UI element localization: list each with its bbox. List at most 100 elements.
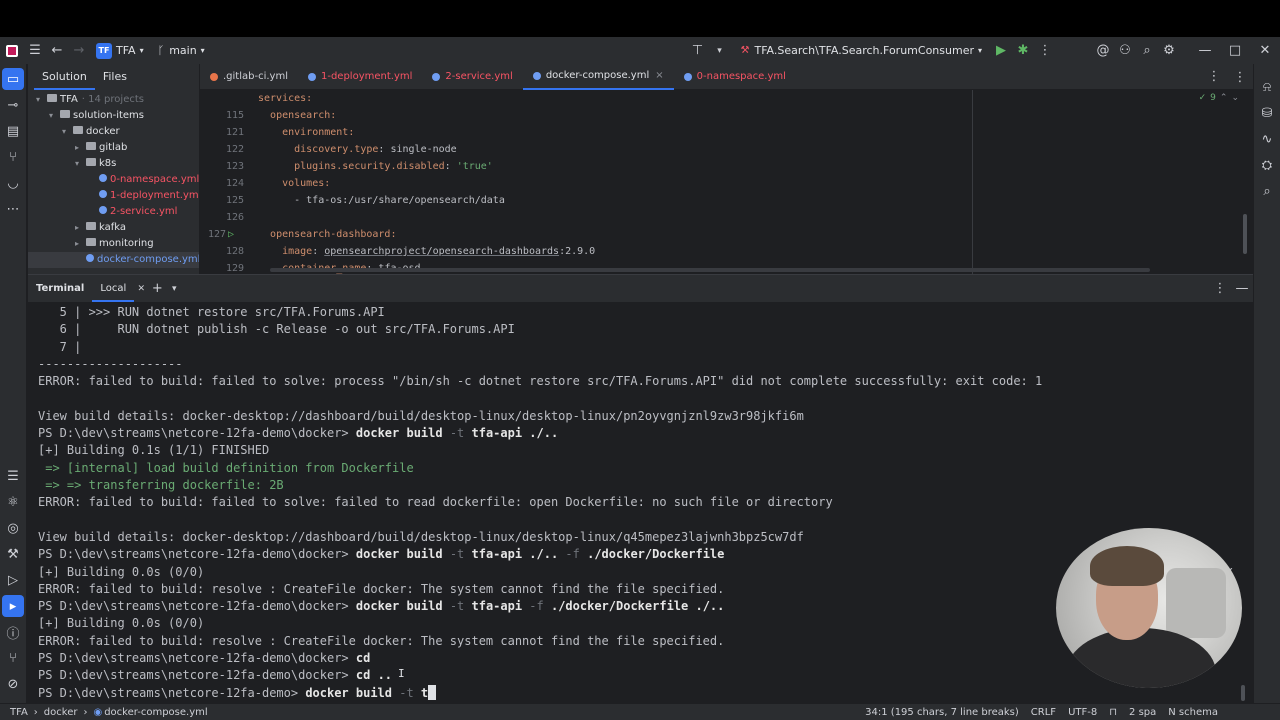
tree-item[interactable]: ▾ k8s — [28, 156, 199, 172]
gear-icon[interactable]: ⚙ — [1158, 40, 1180, 62]
vcs-icon[interactable]: ⊤ — [687, 40, 709, 62]
code-view[interactable]: services: opensearch: environment: disco… — [258, 90, 1238, 274]
add-tab-icon[interactable]: + — [148, 278, 166, 300]
run-gutter-icon[interactable]: ▷ — [228, 226, 234, 243]
breadcrumb-root[interactable]: TFA — [0, 707, 34, 718]
file-encoding[interactable]: UTF-8 — [1062, 707, 1103, 718]
terminal-token: tfa-api — [464, 599, 530, 614]
json-schema[interactable]: N schema — [1162, 707, 1280, 718]
tree-item[interactable]: ▸ monitoring — [28, 236, 199, 252]
tab-files[interactable]: Files — [95, 64, 135, 90]
chevron-icon[interactable]: ▸ — [75, 236, 86, 252]
close-tab-icon[interactable]: ✕ — [134, 278, 148, 300]
minimize-icon[interactable]: — — [1190, 40, 1220, 62]
services-icon[interactable]: ⚛ — [2, 491, 24, 513]
debug-icon[interactable]: ✱ — [1012, 40, 1034, 62]
line-separator[interactable]: CRLF — [1025, 707, 1062, 718]
search-icon[interactable]: ⌕ — [1136, 40, 1158, 62]
editor-tab-label: .gitlab-ci.yml — [223, 71, 288, 82]
editor-tab[interactable]: .gitlab-ci.yml — [200, 64, 298, 90]
tree-item[interactable]: ▾ solution-items — [28, 108, 199, 124]
build-icon[interactable]: ⚒ — [2, 543, 24, 565]
inspection-widget[interactable]: ✓ 9 ⌃ ⌄ — [1199, 93, 1239, 103]
more-vertical-icon[interactable]: ⋮ — [1229, 66, 1251, 88]
editor-tab-label: 0-namespace.yml — [696, 71, 786, 82]
caret-position[interactable]: 34:1 (195 chars, 7 line breaks) — [859, 707, 1025, 718]
folder-icon[interactable]: ▭ — [2, 68, 24, 90]
chevron-icon[interactable]: ▾ — [36, 92, 47, 108]
tree-item-label: 0-namespace.yml — [110, 174, 200, 185]
hide-panel-icon[interactable]: — — [1231, 278, 1253, 300]
database-icon[interactable]: ⛁ — [1256, 102, 1278, 124]
chevron-icon[interactable]: ▸ — [75, 220, 86, 236]
breadcrumb-file[interactable]: docker-compose.yml — [104, 707, 213, 718]
tree-item[interactable]: ▾ docker — [28, 124, 199, 140]
close-icon[interactable]: × — [655, 70, 663, 81]
git-icon[interactable]: ⑂ — [2, 647, 24, 669]
user-add-icon[interactable]: ⚇ — [1114, 40, 1136, 62]
chevron-icon[interactable]: ▾ — [62, 124, 73, 140]
terminal-tool-icon[interactable]: ▸ — [2, 595, 24, 617]
tab-solution[interactable]: Solution — [34, 64, 95, 90]
editor-tab[interactable]: 0-namespace.yml — [674, 64, 796, 90]
editor-scrollbar[interactable] — [1243, 214, 1247, 254]
chevron-icon[interactable]: ▸ — [75, 140, 86, 156]
project-switcher[interactable]: TF TFA ▾ — [96, 37, 144, 64]
copilot-icon[interactable]: ⛭ — [1256, 154, 1278, 176]
chevron-icon[interactable]: ▾ — [49, 108, 60, 124]
code-token: : — [312, 246, 325, 257]
maximize-icon[interactable]: □ — [1220, 40, 1250, 62]
chevron-icon[interactable]: ▾ — [75, 156, 86, 172]
list-icon[interactable]: ☰ — [2, 465, 24, 487]
indent-settings[interactable]: 2 spa — [1123, 707, 1162, 718]
right-margin-guide — [972, 90, 973, 274]
tree-item[interactable]: 2-service.yml — [28, 204, 199, 220]
editor-tab[interactable]: docker-compose.yml × — [522, 64, 674, 90]
back-arrow-icon[interactable]: ← — [46, 40, 68, 62]
more-tools-icon[interactable]: ⋯ — [2, 198, 24, 220]
close-icon[interactable]: ✕ — [1250, 40, 1280, 62]
search-replace-icon[interactable]: ⌕ — [1256, 180, 1278, 202]
ai-icon[interactable]: ∿ — [1256, 128, 1278, 150]
notifications-icon[interactable]: ⍾ — [1256, 76, 1278, 98]
tree-item[interactable]: ▸ kafka — [28, 220, 199, 236]
tree-item[interactable]: ▸ gitlab — [28, 140, 199, 156]
breadcrumb-folder[interactable]: docker — [38, 707, 84, 718]
todo-icon[interactable]: ⊘ — [2, 673, 24, 695]
lock-icon[interactable]: ⊓ — [1103, 707, 1123, 718]
chevron-down-icon[interactable]: ▾ — [166, 278, 182, 300]
structure-icon[interactable]: ▤ — [2, 120, 24, 142]
more-vertical-icon[interactable]: ⋮ — [1209, 278, 1231, 300]
forward-arrow-icon[interactable]: → — [68, 40, 90, 62]
ai-assistant-icon[interactable]: @ — [1092, 40, 1114, 62]
tree-item[interactable]: 1-deployment.yml — [28, 188, 199, 204]
commit-icon[interactable]: ⊸ — [2, 94, 24, 116]
more-vertical-icon[interactable]: ⋮ — [1034, 40, 1056, 62]
app-logo[interactable] — [0, 37, 24, 64]
terminal-scrollbar[interactable] — [1241, 685, 1245, 701]
tree-item-meta: · 14 projects — [81, 94, 144, 105]
tree-item[interactable]: docker-compose.yml — [28, 252, 199, 268]
pull-requests-icon[interactable]: ⑂ — [2, 146, 24, 168]
chevron-down-icon[interactable]: ▾ — [709, 40, 731, 62]
editor-tab[interactable]: 2-service.yml — [422, 64, 522, 90]
run-configuration-selector[interactable]: ⚒ TFA.Search\TFA.Search.ForumConsumer ▾ — [741, 37, 982, 64]
tree-item[interactable]: ▾ TFA · 14 projects — [28, 92, 199, 108]
editor-tab-label: 1-deployment.yml — [320, 71, 413, 82]
nuget-icon[interactable]: ◡ — [2, 172, 24, 194]
code-token: plugins.security.disabled — [294, 161, 445, 172]
problems-icon[interactable]: ◎ — [2, 517, 24, 539]
project-name: TFA — [116, 44, 136, 57]
yaml-file-icon — [210, 72, 218, 81]
run-tool-icon[interactable]: ▷ — [2, 569, 24, 591]
run-icon[interactable]: ▶ — [990, 40, 1012, 62]
warning-icon[interactable]: ⓘ — [2, 621, 24, 643]
tree-item[interactable]: 0-namespace.yml — [28, 172, 199, 188]
hamburger-menu-icon[interactable]: ☰ — [24, 40, 46, 62]
editor-tab[interactable]: 1-deployment.yml — [298, 64, 422, 90]
code-line: - tfa-os:/usr/share/opensearch/data — [258, 192, 1238, 209]
branch-switcher[interactable]: ᚴ main ▾ — [158, 37, 205, 64]
more-vertical-icon[interactable]: ⋮ — [1203, 66, 1225, 88]
tab-local[interactable]: Local — [92, 275, 135, 302]
editor-hscrollbar[interactable] — [270, 268, 1150, 272]
